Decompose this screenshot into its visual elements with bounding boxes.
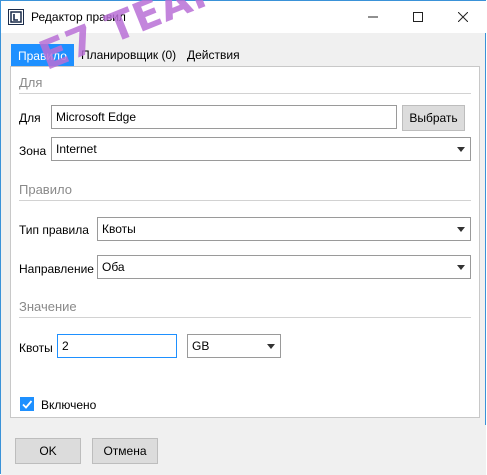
close-button[interactable] [440, 1, 485, 33]
maximize-button[interactable] [395, 1, 440, 33]
for-label: Для [19, 111, 41, 125]
direction-value: Оба [102, 260, 125, 274]
section-rule-heading: Правило [19, 182, 72, 197]
ok-button[interactable]: OK [15, 438, 81, 464]
dialog-footer: OK Отмена [1, 425, 486, 475]
zone-dropdown[interactable]: Internet [51, 137, 471, 161]
section-for-heading: Для [19, 75, 43, 90]
enabled-checkbox[interactable] [20, 397, 34, 411]
enabled-label: Включено [41, 398, 97, 412]
zone-value: Internet [56, 142, 97, 156]
rule-panel: Для Для Microsoft Edge Выбрать Зона Inte… [10, 66, 480, 418]
choose-button[interactable]: Выбрать [402, 105, 465, 131]
close-icon [457, 12, 468, 22]
minimize-button[interactable] [350, 1, 395, 33]
app-icon [8, 9, 24, 25]
section-divider [19, 200, 471, 201]
minimize-icon [367, 16, 378, 18]
chevron-down-icon [457, 265, 465, 270]
rule-type-label: Тип правила [19, 223, 89, 237]
rule-type-value: Квоты [102, 222, 136, 236]
unit-value: GB [192, 339, 210, 353]
for-input[interactable]: Microsoft Edge [51, 105, 397, 129]
direction-dropdown[interactable]: Оба [97, 255, 471, 279]
chevron-down-icon [457, 147, 465, 152]
rule-type-dropdown[interactable]: Квоты [97, 217, 471, 241]
chevron-down-icon [267, 344, 275, 349]
quota-input[interactable]: 2 [57, 334, 177, 358]
section-value-heading: Значение [19, 299, 77, 314]
cancel-button[interactable]: Отмена [92, 438, 158, 464]
maximize-icon [412, 12, 423, 22]
chevron-down-icon [457, 227, 465, 232]
rule-editor-window: Редактор правил Правило Планировщик (0) … [0, 0, 486, 475]
tab-actions[interactable]: Действия [181, 44, 246, 66]
direction-label: Направление [19, 262, 94, 276]
zone-label: Зона [19, 144, 47, 158]
checkmark-icon [22, 400, 33, 409]
section-divider [19, 317, 471, 318]
section-divider [19, 93, 471, 94]
unit-dropdown[interactable]: GB [187, 334, 281, 358]
quota-label: Квоты [19, 341, 53, 355]
